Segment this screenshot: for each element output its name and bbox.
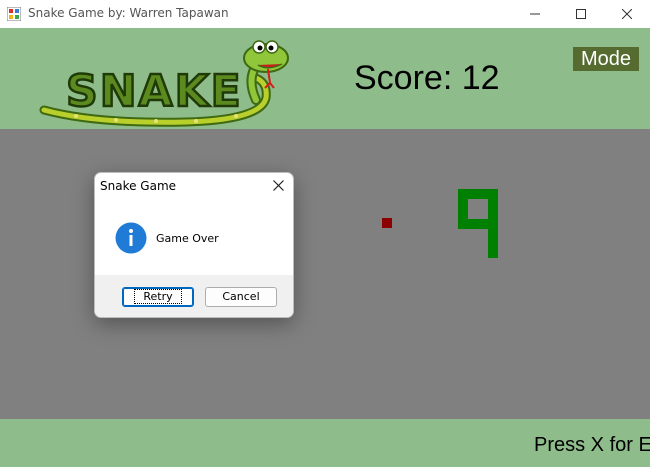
close-icon	[622, 9, 632, 19]
minimize-button[interactable]	[512, 0, 558, 28]
retry-button[interactable]: Retry	[122, 287, 194, 307]
window-title: Snake Game by: Warren Tapawan	[28, 6, 229, 20]
retry-button-label: Retry	[134, 289, 182, 304]
snake-segment	[488, 189, 498, 258]
app-icon	[7, 7, 21, 21]
exit-hint: Press X for E	[534, 434, 650, 456]
info-icon	[115, 222, 147, 254]
close-icon	[272, 179, 284, 191]
dialog-message: Game Over	[156, 232, 219, 245]
score-label: Score: 12	[354, 59, 500, 97]
game-over-dialog: Snake Game Game Over Retry Cancel	[94, 172, 294, 318]
window-title-bar[interactable]: Snake Game by: Warren Tapawan	[0, 0, 650, 28]
maximize-icon	[576, 9, 586, 19]
snake-logo: SNAKE	[39, 40, 289, 127]
food-pellet	[382, 218, 392, 228]
cancel-button[interactable]: Cancel	[205, 287, 277, 307]
dialog-title: Snake Game	[100, 179, 177, 193]
minimize-icon	[530, 13, 540, 15]
mode-button[interactable]: Mode	[573, 47, 639, 71]
logo-text: SNAKE	[66, 66, 243, 117]
maximize-button[interactable]	[558, 0, 604, 28]
dialog-close-button[interactable]	[268, 176, 288, 194]
close-button[interactable]	[604, 0, 650, 28]
